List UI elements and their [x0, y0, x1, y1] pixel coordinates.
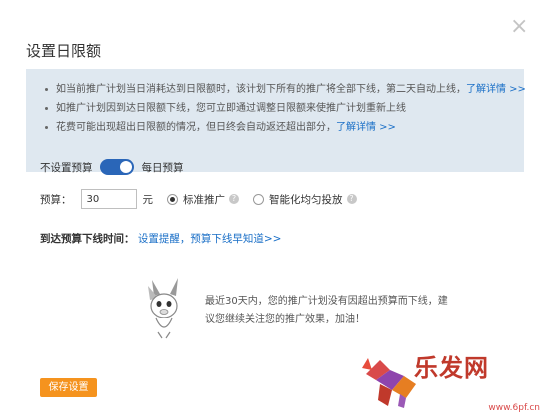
- budget-label: 预算：: [40, 193, 72, 206]
- smart-delivery-option[interactable]: 智能化均匀投放 ?: [253, 192, 357, 207]
- offline-time-row: 到达预算下线时间： 设置提醒，预算下线早知道>>: [40, 231, 281, 246]
- notice-text: 最近30天内，您的推广计划没有因超出预算而下线，建议您继续关注您的推广效果，加油…: [205, 296, 448, 325]
- bull-icon: [362, 358, 416, 408]
- offline-time-label: 到达预算下线时间：: [40, 233, 135, 245]
- budget-input[interactable]: [80, 189, 137, 209]
- info-item: 花费可能出现超出日限额的情况，但日终会自动返还超出部分，了解详情 >>: [45, 118, 524, 137]
- no-budget-label: 不设置预算: [40, 161, 93, 174]
- budget-row: 预算： 元 标准推广 ? 智能化均匀投放 ?: [40, 188, 357, 210]
- toggle-knob: [119, 161, 132, 173]
- watermark-text: 乐发网: [414, 353, 489, 382]
- save-settings-button[interactable]: 保存设置: [40, 378, 97, 397]
- info-item: 如推广计划因到达日限额下线，您可立即通过调整日限额来使推广计划重新上线: [45, 99, 524, 118]
- smart-delivery-radio[interactable]: [253, 193, 264, 205]
- standard-delivery-radio[interactable]: [167, 193, 178, 205]
- standard-delivery-option[interactable]: 标准推广 ?: [167, 192, 239, 207]
- info-item: 如当前推广计划当日消耗达到日限额时，该计划下所有的推广将全部下线，第二天自动上线…: [45, 80, 526, 99]
- close-icon[interactable]: ×: [510, 16, 528, 38]
- help-icon[interactable]: ?: [346, 194, 357, 204]
- watermark-url: www.6pf.cn: [488, 403, 540, 413]
- budget-toggle[interactable]: [99, 159, 134, 175]
- dialog-title: 设置日限额: [26, 42, 102, 60]
- watermark-logo: 乐发网 www.6pf.cn: [356, 346, 550, 417]
- learn-more-link[interactable]: 了解详情 >>: [466, 84, 526, 95]
- daily-limit-dialog: × 设置日限额 如当前推广计划当日消耗达到日限额时，该计划下所有的推广将全部下线…: [0, 0, 550, 417]
- set-reminder-link[interactable]: 设置提醒，预算下线早知道>>: [138, 233, 282, 245]
- mascot-icon: [148, 278, 178, 339]
- help-icon[interactable]: ?: [229, 194, 239, 204]
- budget-toggle-row: 不设置预算 每日预算: [40, 157, 184, 177]
- learn-more-link[interactable]: 了解详情 >>: [336, 122, 396, 133]
- budget-unit: 元: [142, 193, 154, 206]
- daily-budget-label: 每日预算: [141, 161, 184, 174]
